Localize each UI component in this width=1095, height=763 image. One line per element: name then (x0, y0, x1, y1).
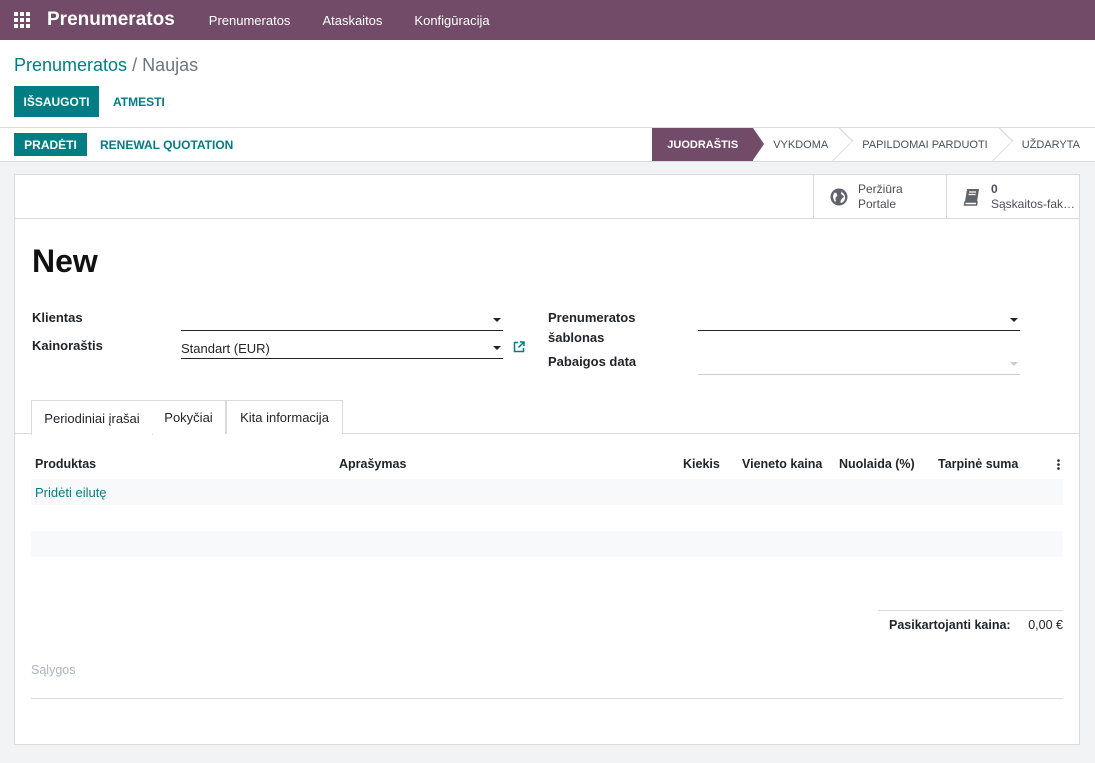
order-lines-header: Produktas Aprašymas Kiekis Vieneto kaina… (31, 451, 1063, 477)
portal-label-line1: Peržiūra (858, 182, 903, 196)
renewal-quotation-button[interactable]: Renewal Quotation (100, 133, 233, 156)
smart-button-box: Peržiūra Portale 0 Sąskaitos-faktūros (15, 175, 1079, 219)
table-row: Pridėti eilutę (31, 479, 1063, 505)
save-button[interactable]: Išsaugoti (14, 86, 99, 117)
control-panel: Prenumeratos / Naujas Išsaugoti Atmesti (0, 40, 1095, 128)
template-field[interactable] (698, 309, 1020, 331)
client-label: Klientas (32, 310, 83, 325)
tab-periodiniai-irasai[interactable]: Periodiniai įrašai (31, 400, 153, 435)
end-date-field (698, 353, 1020, 375)
invoices-button[interactable]: 0 Sąskaitos-faktūros (946, 175, 1079, 219)
stage-vykdoma[interactable]: Vykdoma (753, 128, 842, 161)
table-row (31, 531, 1063, 557)
table-row (31, 505, 1063, 531)
totals-divider (878, 610, 1063, 611)
menu-prenumeratos[interactable]: Prenumeratos (193, 13, 307, 28)
pricelist-value: Standart (EUR) (181, 341, 270, 356)
globe-icon (830, 188, 848, 206)
template-dropdown-icon[interactable] (1010, 318, 1018, 322)
terms-divider (31, 698, 1063, 699)
col-aprasymas[interactable]: Aprašymas (339, 457, 406, 471)
top-navbar: Prenumeratos Prenumeratos Ataskaitos Kon… (0, 0, 1095, 40)
col-nuolaida[interactable]: Nuolaida (%) (839, 457, 915, 471)
book-icon (963, 189, 979, 206)
notebook-tabs: Periodiniai įrašai Pokyčiai Kita informa… (15, 400, 1079, 435)
col-produktas[interactable]: Produktas (35, 457, 96, 471)
client-dropdown-icon[interactable] (493, 318, 501, 322)
app-brand[interactable]: Prenumeratos (47, 9, 175, 31)
tab-kita-informacija[interactable]: Kita informacija (226, 400, 343, 434)
start-button[interactable]: Pradėti (14, 133, 87, 156)
external-link-icon[interactable] (512, 340, 526, 354)
col-vieneto-kaina[interactable]: Vieneto kaina (742, 457, 822, 471)
stage-juodrastis[interactable]: Juodraštis (652, 128, 765, 161)
terms-field[interactable]: Sąlygos (31, 663, 75, 677)
pricelist-field[interactable]: Standart (EUR) (181, 337, 503, 359)
template-label: Prenumeratos šablonas (548, 308, 635, 348)
breadcrumb: Prenumeratos / Naujas (14, 55, 198, 76)
stage-uzdaryta[interactable]: Uždaryta (1002, 128, 1095, 161)
end-date-dropdown-icon (1010, 362, 1018, 366)
recurring-price-label: Pasikartojanti kaina: (889, 618, 1011, 632)
discard-button[interactable]: Atmesti (113, 86, 165, 117)
form-sheet: Peržiūra Portale 0 Sąskaitos-faktūros Ne… (14, 174, 1080, 745)
apps-grid-icon[interactable] (14, 11, 32, 29)
pricelist-label: Kainoraštis (32, 338, 103, 353)
template-label-line2: šablonas (548, 330, 605, 345)
breadcrumb-current: Naujas (142, 55, 199, 75)
portal-preview-button[interactable]: Peržiūra Portale (813, 175, 946, 219)
breadcrumb-separator: / (127, 55, 143, 75)
stage-papildomai-parduoti[interactable]: Papildomai parduoti (842, 128, 1002, 161)
portal-label-line2: Portale (858, 197, 897, 211)
recurring-price-value: 0,00 € (1028, 618, 1063, 632)
template-label-line1: Prenumeratos (548, 310, 636, 325)
client-field[interactable] (181, 309, 503, 331)
record-title: New (32, 243, 98, 279)
invoices-count: 0 (991, 182, 998, 196)
pricelist-dropdown-icon[interactable] (493, 346, 501, 350)
col-kiekis[interactable]: Kiekis (683, 457, 720, 471)
breadcrumb-parent[interactable]: Prenumeratos (14, 55, 127, 75)
menu-konfiguracija[interactable]: Konfigūracija (398, 13, 505, 28)
add-line-link[interactable]: Pridėti eilutę (35, 485, 107, 500)
end-date-label: Pabaigos data (548, 354, 637, 369)
column-options-icon[interactable] (1057, 459, 1060, 470)
stage-pipeline: Juodraštis Vykdoma Papildomai parduoti U… (652, 128, 1095, 161)
statusbar: Pradėti Renewal Quotation Juodraštis Vyk… (0, 128, 1095, 162)
tab-pokyciai[interactable]: Pokyčiai (152, 400, 226, 434)
menu-ataskaitos[interactable]: Ataskaitos (306, 13, 398, 28)
invoices-label: Sąskaitos-faktūros (991, 197, 1077, 211)
col-tarpine-suma[interactable]: Tarpinė suma (938, 457, 1018, 471)
